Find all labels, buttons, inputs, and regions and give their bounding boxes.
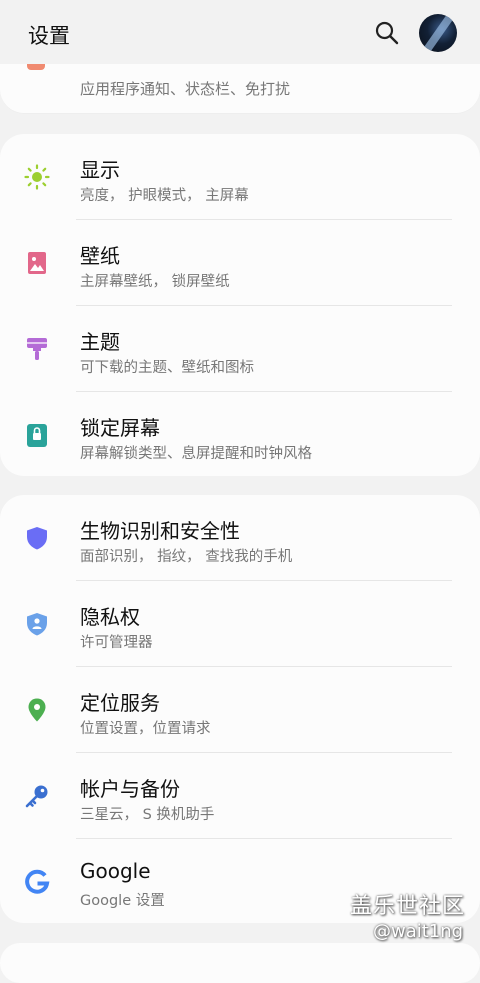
- app-header: 设置: [0, 0, 480, 72]
- settings-group-security: 生物识别和安全性 面部识别， 指纹， 查找我的手机 隐私权 许可管理器 定位服务…: [0, 495, 480, 923]
- item-label: 帐户与备份: [80, 777, 180, 801]
- settings-item-biometrics[interactable]: 生物识别和安全性 面部识别， 指纹， 查找我的手机: [0, 495, 480, 581]
- shield-icon: [27, 527, 47, 550]
- avatar[interactable]: [419, 14, 457, 52]
- privacy-shield-icon: [27, 613, 47, 636]
- item-subtitle: 亮度， 护眼模式， 主屏幕: [80, 188, 249, 204]
- item-label: 生物识别和安全性: [80, 519, 240, 543]
- settings-item-notifications[interactable]: 应用程序通知、状态栏、免打扰: [0, 64, 480, 114]
- item-label: Google: [80, 859, 151, 883]
- brightness-icon: [24, 164, 50, 190]
- item-subtitle: 屏幕解锁类型、息屏提醒和时钟风格: [80, 446, 312, 462]
- item-subtitle: 应用程序通知、状态栏、免打扰: [80, 80, 291, 98]
- item-label: 锁定屏幕: [80, 416, 160, 440]
- settings-group-next: [0, 943, 480, 983]
- item-label: 隐私权: [80, 605, 140, 629]
- page-title: 设置: [28, 24, 70, 48]
- settings-item-privacy[interactable]: 隐私权 许可管理器: [0, 581, 480, 667]
- item-subtitle: 可下载的主题、壁纸和图标: [80, 360, 254, 376]
- settings-item-display[interactable]: 显示 亮度， 护眼模式， 主屏幕: [0, 134, 480, 220]
- item-subtitle: 面部识别， 指纹， 查找我的手机: [80, 549, 293, 565]
- settings-group-display: 显示 亮度， 护眼模式， 主屏幕 壁纸 主屏幕壁纸， 锁屏壁纸 主题 可下载的主…: [0, 134, 480, 476]
- wallpaper-icon: [28, 252, 46, 274]
- settings-item-lock-screen[interactable]: 锁定屏幕 屏幕解锁类型、息屏提醒和时钟风格: [0, 392, 480, 478]
- watermark-community: 盖乐世社区: [350, 894, 466, 919]
- google-icon: [25, 869, 50, 894]
- search-icon[interactable]: [374, 20, 400, 46]
- item-label: 显示: [80, 158, 120, 182]
- settings-item-wallpaper[interactable]: 壁纸 主屏幕壁纸， 锁屏壁纸: [0, 220, 480, 306]
- settings-item-themes[interactable]: 主题 可下载的主题、壁纸和图标: [0, 306, 480, 392]
- theme-brush-icon: [27, 338, 47, 360]
- settings-item-accounts-backup[interactable]: 帐户与备份 三星云， S 换机助手: [0, 753, 480, 839]
- item-label: 壁纸: [80, 244, 120, 268]
- watermark-username: @wait1ng: [373, 921, 464, 942]
- item-subtitle: 位置设置，位置请求: [80, 721, 211, 737]
- notifications-icon: [27, 64, 45, 70]
- item-label: 主题: [80, 330, 120, 354]
- item-label: 定位服务: [80, 691, 160, 715]
- item-subtitle: 许可管理器: [80, 635, 153, 651]
- lock-icon: [27, 424, 47, 447]
- item-subtitle: Google 设置: [80, 893, 165, 909]
- key-icon: [25, 785, 48, 808]
- location-pin-icon: [28, 698, 46, 722]
- item-subtitle: 三星云， S 换机助手: [80, 807, 215, 823]
- item-subtitle: 主屏幕壁纸， 锁屏壁纸: [80, 274, 230, 290]
- settings-item-location[interactable]: 定位服务 位置设置，位置请求: [0, 667, 480, 753]
